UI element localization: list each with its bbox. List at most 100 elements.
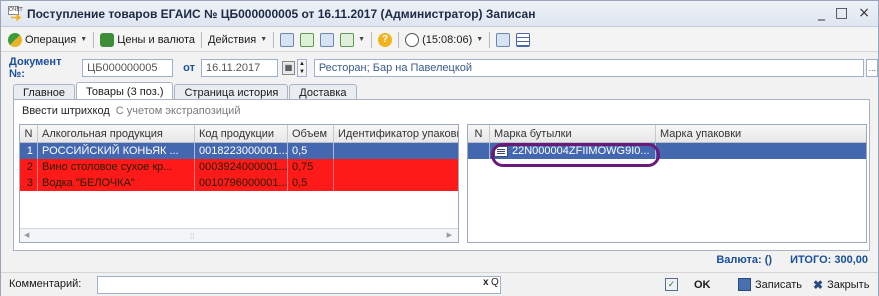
operation-menu[interactable]: Операция ▼	[5, 30, 90, 50]
row-number: 3	[20, 175, 38, 191]
date-spinner[interactable]: ▲ ▼	[297, 59, 307, 77]
structure-button[interactable]	[277, 30, 297, 50]
time-label: (15:08:06)	[422, 33, 473, 46]
close-label: Закрыть	[827, 279, 870, 291]
chevron-down-icon: ▼	[80, 36, 88, 43]
tab-main[interactable]: Главное	[13, 84, 76, 100]
ellipsis-icon: ...	[868, 63, 876, 73]
table-header: N Марка бутылки Марка упаковки	[468, 125, 866, 143]
window-title: Поступление товаров ЕГАИС № ЦБ000000005 …	[27, 6, 536, 21]
scroll-left-icon[interactable]: ◀	[24, 231, 29, 239]
column-code[interactable]: Код продукции	[195, 125, 288, 142]
table-row[interactable]: 2 Вино столовое сухое кр... 000392400000…	[20, 159, 458, 175]
calendar-icon[interactable]: ▦	[281, 61, 296, 75]
extrapolation-toggle[interactable]: С учетом экстрапозиций	[116, 105, 241, 117]
excise-marks-table[interactable]: N Марка бутылки Марка упаковки 22N000004…	[467, 124, 867, 243]
clear-icon[interactable]: x	[483, 277, 489, 288]
pack-mark-cell	[656, 143, 866, 159]
search-icon[interactable]: Q	[491, 277, 499, 288]
comment-input[interactable]	[97, 276, 501, 294]
move-button[interactable]	[297, 30, 317, 50]
time-menu[interactable]: (15:08:06) ▼	[402, 30, 486, 50]
save-button[interactable]: Записать	[738, 278, 802, 291]
minimize-button[interactable]: _	[818, 5, 825, 21]
ok-button[interactable]: ✓ OK	[665, 278, 711, 291]
create-based-icon	[340, 32, 355, 47]
document-number-label: Документ №:	[9, 56, 62, 80]
goods-subbar: Ввести штрихкод С учетом экстрапозиций	[22, 105, 240, 117]
tab-goods[interactable]: Товары (3 поз.)	[76, 82, 174, 100]
product-cell: Водка "БЕЛОЧКА"	[38, 175, 195, 191]
move-icon	[300, 32, 315, 47]
horizontal-scrollbar[interactable]: ◀ ⁞⁞ ▶	[20, 228, 458, 242]
maximize-button[interactable]: □	[835, 5, 848, 21]
structure-icon	[280, 32, 295, 47]
tab-history[interactable]: Страница история	[174, 84, 289, 100]
filter-icon	[496, 32, 511, 47]
app-icon-text: ОЧЕТ	[8, 5, 23, 15]
based-on-menu[interactable]: ▼	[337, 30, 368, 50]
alcohol-products-table[interactable]: N Алкогольная продукция Код продукции Об…	[19, 124, 459, 243]
volume-cell: 0,75	[288, 159, 334, 175]
tab-main-label: Главное	[23, 86, 66, 99]
goods-tab-panel: Ввести штрихкод С учетом экстрапозиций N…	[13, 99, 870, 251]
total-label: ИТОГО: 300,00	[790, 254, 868, 266]
table-row[interactable]: 22N000004ZFIIMOWG9I0...	[468, 143, 866, 159]
document-app-icon: ОЧЕТ	[7, 5, 23, 22]
column-volume[interactable]: Объем	[288, 125, 334, 142]
ok-label: OK	[694, 278, 711, 291]
totals-bar: Валюта: () ИТОГО: 300,00	[716, 254, 868, 266]
actions-menu[interactable]: Действия ▼	[205, 30, 270, 50]
tab-delivery[interactable]: Доставка	[289, 84, 357, 100]
document-header-row: Документ №: ЦБ000000005 от 16.11.2017 ▦ …	[1, 56, 878, 80]
operation-icon	[8, 32, 22, 47]
organization-value: Ресторан; Бар на Павелецкой	[318, 62, 473, 74]
table-row[interactable]: 3 Водка "БЕЛОЧКА" 0010796000001... 0,5	[20, 175, 458, 191]
product-cell: Вино столовое сухое кр...	[38, 159, 195, 175]
pack-cell	[334, 143, 458, 159]
row-number: 1	[20, 143, 38, 159]
list-button[interactable]	[513, 30, 533, 50]
product-cell: РОССИЙСКИЙ КОНЬЯК ...	[38, 143, 195, 159]
table-row[interactable]: 1 РОССИЙСКИЙ КОНЬЯК ... 0018223000001...…	[20, 143, 458, 159]
prices-currency-button[interactable]: Цены и валюта	[97, 30, 198, 50]
prices-icon	[100, 32, 115, 47]
chevron-down-icon: ▼	[476, 36, 484, 43]
column-bottle-mark[interactable]: Марка бутылки	[490, 125, 656, 142]
copy-button[interactable]	[317, 30, 337, 50]
column-pack-id[interactable]: Идентификатор упаковки	[334, 125, 458, 142]
date-value: 16.11.2017	[206, 62, 261, 74]
chevron-down-icon: ▼	[358, 36, 366, 43]
document-number-field[interactable]: ЦБ000000005	[82, 59, 174, 77]
row-number: 2	[20, 159, 38, 175]
tab-goods-label: Товары (3 поз.)	[86, 85, 164, 98]
organization-field[interactable]: Ресторан; Бар на Павелецкой	[313, 59, 865, 77]
column-n[interactable]: N	[20, 125, 38, 142]
comment-label: Комментарий:	[9, 278, 82, 290]
save-label: Записать	[755, 278, 803, 291]
bottom-bar: Комментарий: x Q ✓ OK Записать ✖ Закрыть	[1, 272, 878, 296]
volume-cell: 0,5	[288, 175, 334, 191]
checkmark-icon: ✓	[665, 278, 678, 291]
tab-history-label: Страница история	[184, 86, 279, 99]
excise-stamp-icon	[494, 145, 508, 157]
filter-button[interactable]	[493, 30, 513, 50]
column-product[interactable]: Алкогольная продукция	[38, 125, 195, 142]
enter-barcode-button[interactable]: Ввести штрихкод	[22, 105, 110, 117]
close-button[interactable]: ✖ Закрыть	[813, 278, 869, 292]
row-number	[468, 143, 490, 159]
pack-cell	[334, 175, 458, 191]
date-field[interactable]: 16.11.2017	[201, 59, 278, 77]
scroll-right-icon[interactable]: ▶	[447, 231, 452, 239]
scroll-thumb[interactable]: ⁞⁞	[190, 232, 194, 241]
help-button[interactable]: ?	[375, 30, 395, 50]
save-icon	[738, 278, 751, 291]
column-pack-mark[interactable]: Марка упаковки	[656, 125, 866, 142]
tab-strip: Главное Товары (3 поз.) Страница история…	[13, 82, 358, 100]
operation-label: Операция	[25, 33, 77, 46]
organization-select-button[interactable]: ...	[866, 59, 878, 77]
column-n[interactable]: N	[468, 125, 490, 142]
tab-delivery-label: Доставка	[299, 86, 347, 99]
table-header: N Алкогольная продукция Код продукции Об…	[20, 125, 458, 143]
close-window-button[interactable]: ×	[858, 5, 870, 21]
